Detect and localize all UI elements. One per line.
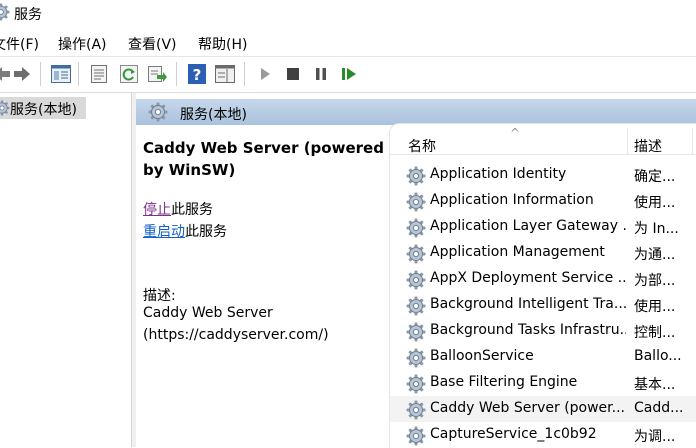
service-row[interactable]: Application Layer Gateway ... 为 In... (390, 214, 696, 240)
main-pane: 服务(本地) Caddy Web Server (powered by WinS… (136, 93, 696, 448)
column-header-name[interactable]: 名称 (408, 136, 436, 156)
menu-action[interactable]: 操作(A) (58, 34, 107, 54)
main-header: 服务(本地) (136, 99, 696, 125)
toolbar-separator (40, 62, 41, 86)
service-row[interactable]: AppX Deployment Service ... 为部... (390, 266, 696, 292)
service-row[interactable]: BalloonService Ballo... (390, 344, 696, 370)
service-row[interactable]: Background Tasks Infrastru... 控制... (390, 318, 696, 344)
service-gear-icon (406, 166, 426, 186)
service-name: BalloonService (430, 348, 534, 364)
service-name: Background Intelligent Tra... (430, 296, 626, 312)
service-row-selected[interactable]: Caddy Web Server (power... Cadd... (390, 396, 696, 422)
service-gear-icon (406, 296, 426, 316)
resume-service-icon[interactable] (338, 63, 360, 85)
title-bar: 服务 (0, 0, 696, 26)
service-gear-icon (406, 400, 426, 420)
service-description: 为通... (634, 247, 676, 263)
column-header-description[interactable]: 描述 (634, 136, 662, 156)
service-row[interactable]: CaptureService_1c0b92 为调... (390, 422, 696, 448)
toolbar-separator (176, 62, 177, 86)
service-description: 为调... (634, 429, 676, 445)
service-gear-icon (406, 348, 426, 368)
content-area: 服务(本地) 服务(本地) Caddy Web Server (powered … (0, 92, 696, 448)
service-row[interactable]: Base Filtering Engine 基本... (390, 370, 696, 396)
service-row[interactable]: Application Information 使用... (390, 188, 696, 214)
service-description: Ballo... (634, 348, 682, 364)
service-gear-icon (406, 270, 426, 290)
service-name: Background Tasks Infrastru... (430, 322, 626, 338)
start-service-icon[interactable] (254, 63, 276, 85)
services-icon (0, 100, 10, 116)
service-name: Application Information (430, 192, 594, 208)
service-row[interactable]: Background Intelligent Tra... 使用... (390, 292, 696, 318)
restart-service-line: 重启动此服务 (143, 221, 227, 241)
svg-text:?: ? (193, 66, 202, 84)
toolbar-separator (78, 62, 79, 86)
restart-service-suffix: 此服务 (185, 224, 227, 240)
service-gear-icon (406, 192, 426, 212)
tree-item-services-local[interactable]: 服务(本地) (0, 97, 86, 119)
console-tree: 服务(本地) (0, 93, 132, 447)
description-label: 描述: (143, 288, 176, 304)
pause-service-icon[interactable] (310, 63, 332, 85)
services-icon (148, 102, 168, 122)
description-line-2: (https://caddyserver.com/) (143, 327, 329, 343)
services-app-icon (0, 3, 10, 21)
description-line-1: Caddy Web Server (143, 305, 273, 321)
menu-help[interactable]: 帮助(H) (198, 34, 247, 54)
column-divider[interactable] (692, 128, 693, 154)
window-title: 服务 (14, 7, 42, 23)
service-description: 使用... (634, 195, 676, 211)
sort-ascending-icon: ^ (510, 126, 521, 140)
show-tree-icon[interactable] (50, 63, 72, 85)
service-name: CaptureService_1c0b92 (430, 426, 597, 442)
forward-arrow-icon[interactable] (12, 63, 34, 85)
service-name: AppX Deployment Service ... (430, 270, 626, 286)
stop-service-line: 停止此服务 (143, 199, 213, 219)
toolbar: ? (0, 56, 696, 91)
toolbar-separator (244, 62, 245, 86)
service-name: Application Identity (430, 166, 567, 182)
service-name: Caddy Web Server (power... (430, 400, 625, 416)
service-gear-icon (406, 426, 426, 446)
service-row[interactable]: Application Management 为通... (390, 240, 696, 266)
back-arrow-icon[interactable] (0, 63, 12, 85)
services-list: ^ 名称 描述 Application Identity 确定... Appli… (389, 123, 696, 448)
service-description: 使用... (634, 299, 676, 315)
menu-view[interactable]: 查看(V) (128, 34, 177, 54)
service-gear-icon (406, 244, 426, 264)
main-header-title: 服务(本地) (180, 107, 247, 123)
restart-service-link[interactable]: 重启动 (143, 224, 185, 240)
service-name: Application Layer Gateway ... (430, 218, 626, 234)
refresh-icon[interactable] (118, 63, 140, 85)
service-gear-icon (406, 218, 426, 238)
service-description: 控制... (634, 325, 676, 341)
service-gear-icon (406, 322, 426, 342)
service-description: Cadd... (634, 400, 684, 416)
tree-item-label: 服务(本地) (10, 102, 77, 118)
service-gear-icon (406, 374, 426, 394)
service-name: Application Management (430, 244, 605, 260)
stop-service-suffix: 此服务 (171, 202, 213, 218)
service-row[interactable]: Application Identity 确定... (390, 162, 696, 188)
service-description: 确定... (634, 169, 676, 185)
properties-icon[interactable] (88, 63, 110, 85)
service-title: Caddy Web Server (powered by WinSW) (143, 139, 384, 179)
service-description: 为 In... (634, 221, 679, 237)
show-action-pane-icon[interactable] (214, 63, 236, 85)
service-name: Base Filtering Engine (430, 374, 578, 390)
stop-service-icon[interactable] (282, 63, 304, 85)
export-list-icon[interactable] (146, 63, 168, 85)
service-description: 基本... (634, 377, 676, 393)
stop-service-link[interactable]: 停止 (143, 202, 171, 218)
menu-file[interactable]: 文件(F) (0, 34, 39, 54)
help-icon[interactable]: ? (186, 63, 208, 85)
service-description: 为部... (634, 273, 676, 289)
list-header: ^ 名称 描述 (390, 124, 696, 155)
column-divider[interactable] (627, 128, 628, 154)
menu-bar: 文件(F) 操作(A) 查看(V) 帮助(H) (0, 30, 696, 54)
